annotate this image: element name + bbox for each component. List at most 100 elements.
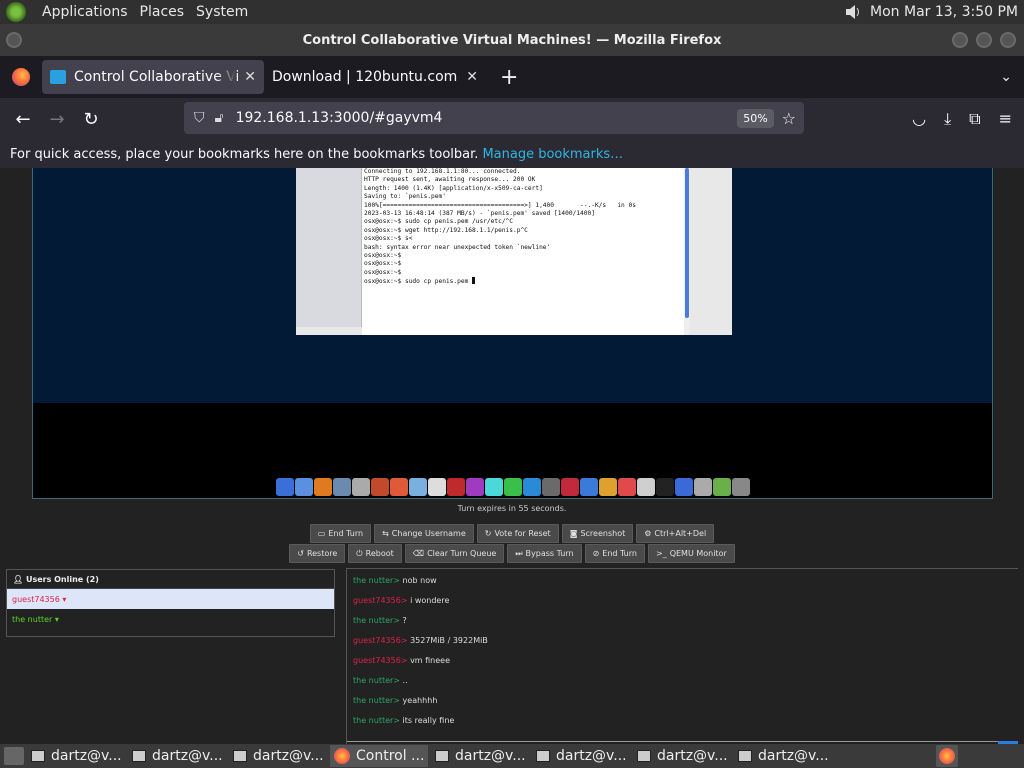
- tab-control-vm[interactable]: Control Collaborative Virtual Machines! …: [42, 60, 264, 94]
- dock-app-icon[interactable]: [542, 478, 560, 496]
- taskbar-item[interactable]: dartz@v...: [128, 745, 226, 767]
- ctrl-alt-del-button[interactable]: ⚙ Ctrl+Alt+Del: [636, 524, 715, 543]
- user-item-self[interactable]: guest74356 ▾: [7, 589, 334, 609]
- dock-app-icon[interactable]: [447, 478, 465, 496]
- qemu-monitor-button[interactable]: >_ QEMU Monitor: [647, 544, 735, 563]
- chat-username[interactable]: the nutter>: [353, 696, 400, 705]
- close-tab-icon[interactable]: ✕: [244, 69, 256, 85]
- dock-app-icon[interactable]: [523, 478, 541, 496]
- chat-username[interactable]: guest74356>: [353, 636, 408, 645]
- taskbar-item[interactable]: dartz@v...: [431, 745, 529, 767]
- chat-text: i wondere: [407, 596, 450, 605]
- dock-app-icon[interactable]: [485, 478, 503, 496]
- user-item-other[interactable]: the nutter ▾: [7, 609, 334, 629]
- terminal-window[interactable]: Connecting to 192.168.1.1:80... connecte…: [296, 168, 732, 335]
- taskbar-item[interactable]: dartz@v...: [633, 745, 731, 767]
- restore-button[interactable]: ↺ Restore: [289, 544, 346, 563]
- end-turn-admin-button[interactable]: ⊘ End Turn: [584, 544, 645, 563]
- taskbar-item[interactable]: Control ...: [330, 745, 428, 767]
- forward-icon[interactable]: →: [40, 109, 74, 130]
- dock-app-icon[interactable]: [371, 478, 389, 496]
- volume-icon[interactable]: [844, 4, 862, 20]
- chat-username[interactable]: the nutter>: [353, 676, 400, 685]
- terminal-icon: [536, 750, 550, 762]
- dock-app-icon[interactable]: [295, 478, 313, 496]
- dock-app-icon[interactable]: [428, 478, 446, 496]
- window-menu-icon[interactable]: [6, 32, 22, 48]
- manage-bookmarks-link[interactable]: Manage bookmarks…: [482, 147, 623, 162]
- dock-app-icon[interactable]: [466, 478, 484, 496]
- chat-username[interactable]: guest74356>: [353, 596, 408, 605]
- places-menu[interactable]: Places: [134, 4, 191, 20]
- dock-app-icon[interactable]: [390, 478, 408, 496]
- firefox-view-icon[interactable]: [12, 68, 30, 86]
- vm-display[interactable]: Connecting to 192.168.1.1:80... connecte…: [32, 168, 993, 499]
- dock-app-icon[interactable]: [713, 478, 731, 496]
- dock-app-icon[interactable]: [618, 478, 636, 496]
- chat-username[interactable]: the nutter>: [353, 616, 400, 625]
- clear-queue-icon: ⌫: [412, 549, 425, 558]
- button-label: Bypass Turn: [525, 549, 574, 558]
- tracking-shield-icon[interactable]: ⛉: [194, 110, 205, 126]
- taskbar-item[interactable]: dartz@v...: [734, 745, 832, 767]
- taskbar-item[interactable]: dartz@v...: [532, 745, 630, 767]
- show-desktop-icon[interactable]: [4, 747, 24, 765]
- dock-app-icon[interactable]: [409, 478, 427, 496]
- dock-app-icon[interactable]: [732, 478, 750, 496]
- screenshot-button[interactable]: ◙ Screenshot: [561, 524, 634, 543]
- url-text[interactable]: 192.168.1.13:3000/#gayvm4: [236, 110, 738, 126]
- vote-reset-button[interactable]: ↻ Vote for Reset: [476, 524, 559, 543]
- taskbar-item[interactable]: dartz@v...: [229, 745, 327, 767]
- chat-username[interactable]: guest74356>: [353, 656, 408, 665]
- terminal-output[interactable]: Connecting to 192.168.1.1:80... connecte…: [362, 168, 684, 335]
- clear-queue-button[interactable]: ⌫ Clear Turn Queue: [404, 544, 505, 563]
- distro-logo-icon[interactable]: [6, 2, 26, 22]
- reload-icon[interactable]: ↻: [74, 109, 108, 130]
- clock[interactable]: Mon Mar 13, 3:50 PM: [870, 4, 1018, 20]
- url-bar[interactable]: ⛉ 🔓︎ 192.168.1.13:3000/#gayvm4 50% ☆: [184, 102, 804, 134]
- firefox-tray-icon[interactable]: [936, 745, 958, 767]
- vote-reset-icon: ↻: [484, 529, 492, 538]
- back-icon[interactable]: ←: [6, 109, 40, 130]
- chat-username[interactable]: the nutter>: [353, 716, 400, 725]
- taskbar-item[interactable]: dartz@v...: [27, 745, 125, 767]
- dock-app-icon[interactable]: [504, 478, 522, 496]
- extensions-icon[interactable]: ⧉: [969, 109, 980, 129]
- new-tab-icon[interactable]: +: [500, 65, 518, 90]
- chat-text: ..: [400, 676, 408, 685]
- applications-menu[interactable]: Applications: [36, 4, 134, 20]
- dock-app-icon[interactable]: [580, 478, 598, 496]
- tab-strip: Control Collaborative Virtual Machines! …: [0, 56, 1024, 98]
- close-tab-icon[interactable]: ✕: [466, 69, 478, 85]
- maximize-icon[interactable]: [976, 32, 992, 48]
- change-username-button[interactable]: ⇆ Change Username: [374, 524, 474, 543]
- pocket-icon[interactable]: ◡: [912, 109, 926, 129]
- dock-app-icon[interactable]: [599, 478, 617, 496]
- reboot-button[interactable]: ⏻ Reboot: [348, 544, 402, 563]
- dock-app-icon[interactable]: [333, 478, 351, 496]
- window-titlebar[interactable]: Control Collaborative Virtual Machines! …: [0, 24, 1024, 56]
- minimize-icon[interactable]: [952, 32, 968, 48]
- dock-app-icon[interactable]: [276, 478, 294, 496]
- dock-app-icon[interactable]: [675, 478, 693, 496]
- system-menu[interactable]: System: [190, 4, 254, 20]
- end-turn-icon: ▭: [317, 529, 326, 538]
- end-turn-button[interactable]: ▭ End Turn: [309, 524, 372, 543]
- dock-app-icon[interactable]: [694, 478, 712, 496]
- terminal-scrollbar[interactable]: [684, 168, 690, 335]
- close-window-icon[interactable]: [1000, 32, 1016, 48]
- dock-app-icon[interactable]: [637, 478, 655, 496]
- bookmark-star-icon[interactable]: ☆: [782, 109, 796, 128]
- list-all-tabs-icon[interactable]: ⌄: [1000, 69, 1012, 85]
- app-menu-icon[interactable]: ≡: [999, 109, 1012, 129]
- dock-app-icon[interactable]: [656, 478, 674, 496]
- downloads-icon[interactable]: ⤓: [944, 109, 951, 129]
- zoom-indicator[interactable]: 50%: [737, 108, 774, 128]
- chat-username[interactable]: the nutter>: [353, 576, 400, 585]
- dock-app-icon[interactable]: [314, 478, 332, 496]
- dock-app-icon[interactable]: [352, 478, 370, 496]
- tab-download-120buntu[interactable]: Download | 120buntu.com ✕: [264, 60, 486, 94]
- insecure-lock-icon[interactable]: 🔓︎: [215, 110, 224, 126]
- dock-app-icon[interactable]: [561, 478, 579, 496]
- bypass-turn-button[interactable]: ⏭ Bypass Turn: [507, 544, 582, 563]
